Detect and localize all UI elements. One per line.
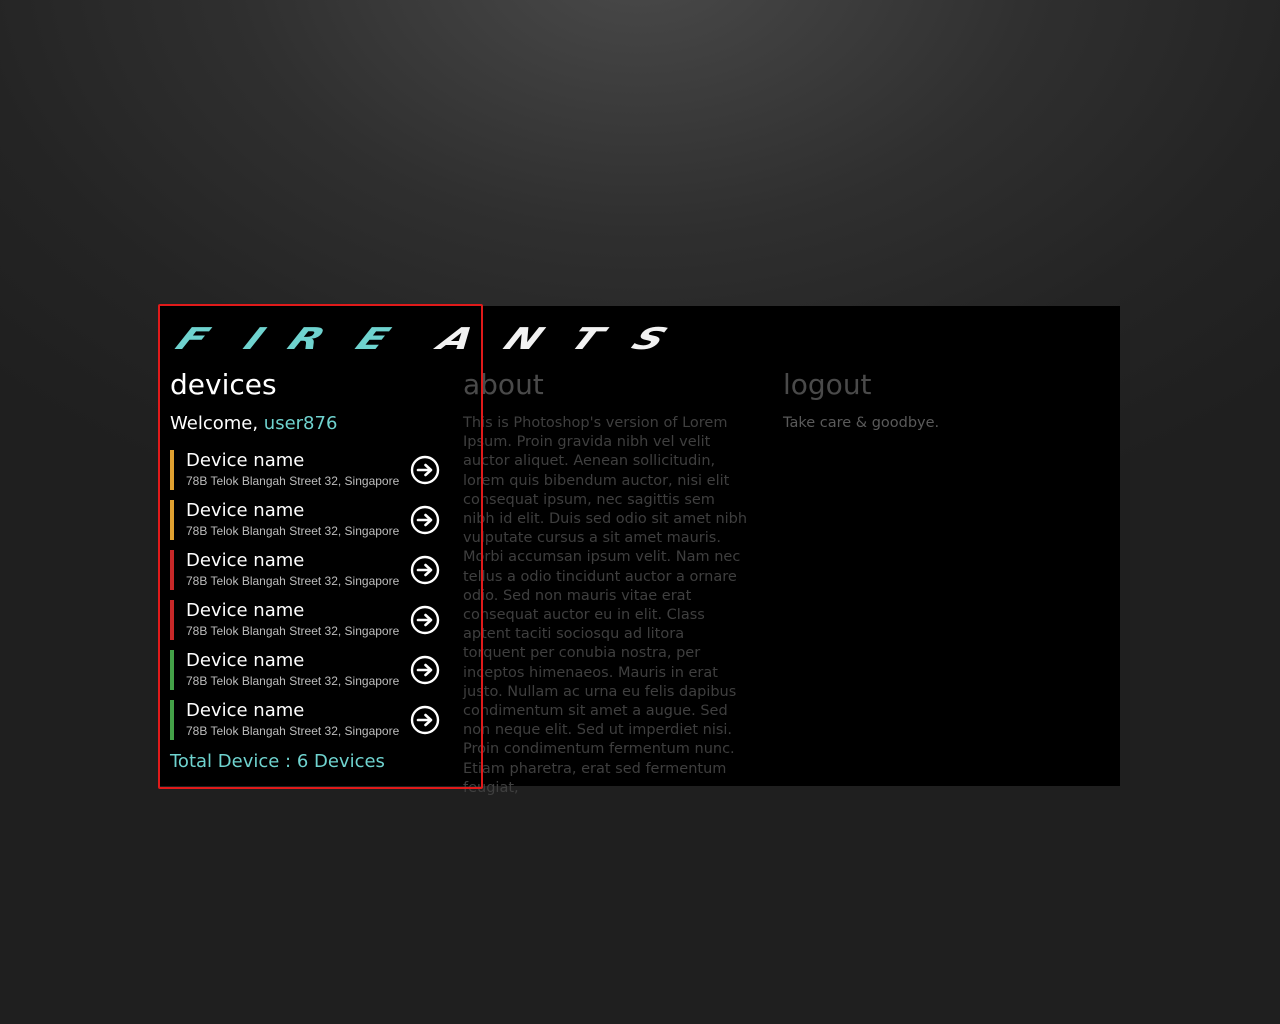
fire-ants-logo: F I R E A N T S (169, 322, 673, 357)
device-status-bar (170, 500, 174, 540)
username[interactable]: user876 (264, 413, 338, 434)
about-text: This is Photoshop's version of Lorem Ips… (463, 415, 748, 796)
device-status-bar (170, 550, 174, 590)
device-name: Device name (186, 700, 305, 721)
welcome-message: Welcome, user876 (170, 412, 337, 436)
arrow-right-circle-icon[interactable] (410, 705, 440, 735)
logo-letter-i: I (237, 322, 272, 357)
total-devices: Total Device : 6 Devices (170, 751, 385, 772)
logo-letter-e: E (349, 322, 396, 357)
arrow-right-circle-icon[interactable] (410, 505, 440, 535)
logo-letter-n: N (497, 322, 550, 357)
devices-title: devices (170, 368, 277, 401)
logout-message[interactable]: Take care & goodbye. (783, 414, 939, 433)
logo-letter-f: F (169, 322, 216, 357)
arrow-right-circle-icon[interactable] (410, 605, 440, 635)
device-list: Device name 78B Telok Blangah Street 32, … (170, 450, 445, 750)
about-title[interactable]: about (463, 369, 544, 401)
arrow-right-circle-icon[interactable] (410, 455, 440, 485)
device-status-bar (170, 700, 174, 740)
device-name: Device name (186, 650, 305, 671)
device-item[interactable]: Device name 78B Telok Blangah Street 32, … (170, 550, 445, 590)
welcome-prefix: Welcome, (170, 413, 259, 434)
device-item[interactable]: Device name 78B Telok Blangah Street 32, … (170, 450, 445, 490)
device-address: 78B Telok Blangah Street 32, Singapore (186, 624, 400, 638)
device-address: 78B Telok Blangah Street 32, Singapore (186, 524, 400, 538)
device-address: 78B Telok Blangah Street 32, Singapore (186, 474, 400, 488)
logo-letter-t: T (563, 322, 610, 357)
device-item[interactable]: Device name 78B Telok Blangah Street 32, … (170, 700, 445, 740)
logout-title[interactable]: logout (783, 369, 872, 401)
logo-letter-a: A (431, 322, 482, 357)
device-address: 78B Telok Blangah Street 32, Singapore (186, 574, 400, 588)
device-address: 78B Telok Blangah Street 32, Singapore (186, 674, 400, 688)
device-item[interactable]: Device name 78B Telok Blangah Street 32, … (170, 500, 445, 540)
arrow-right-circle-icon[interactable] (410, 655, 440, 685)
device-status-bar (170, 450, 174, 490)
device-address: 78B Telok Blangah Street 32, Singapore (186, 724, 400, 738)
logo-letter-r: R (281, 322, 332, 357)
device-status-bar (170, 600, 174, 640)
device-item[interactable]: Device name 78B Telok Blangah Street 32, … (170, 650, 445, 690)
device-name: Device name (186, 450, 305, 471)
device-name: Device name (186, 500, 305, 521)
device-name: Device name (186, 600, 305, 621)
device-status-bar (170, 650, 174, 690)
device-item[interactable]: Device name 78B Telok Blangah Street 32, … (170, 600, 445, 640)
arrow-right-circle-icon[interactable] (410, 555, 440, 585)
device-name: Device name (186, 550, 305, 571)
